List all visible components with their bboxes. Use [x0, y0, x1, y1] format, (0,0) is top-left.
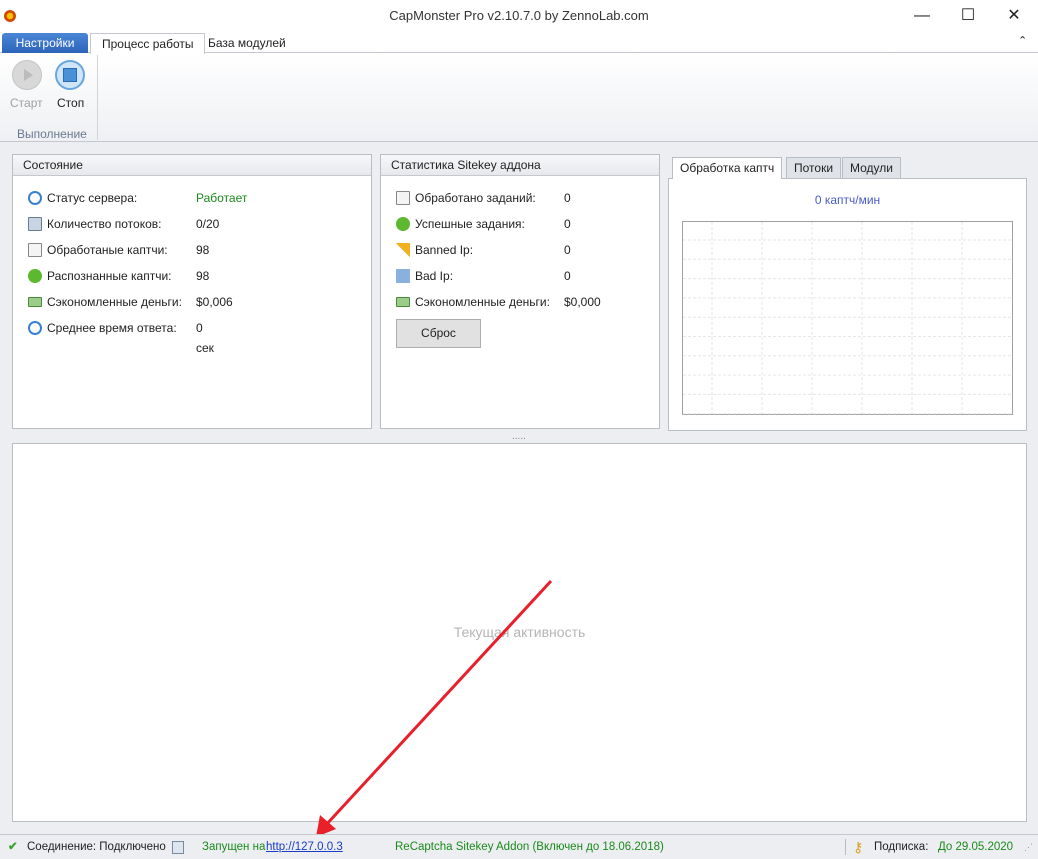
- splitter-handle[interactable]: .....: [512, 431, 526, 442]
- stat-label: Количество потоков:: [47, 217, 162, 231]
- stat-label: Обработано заданий:: [415, 191, 536, 205]
- stat-value: 0: [564, 191, 571, 205]
- key-icon: ⚷: [853, 839, 864, 855]
- collapse-ribbon-button[interactable]: ⌃: [1018, 34, 1027, 47]
- stat-label: Banned Ip:: [415, 243, 474, 257]
- running-label: Запущен на: [202, 841, 266, 853]
- tab-module-base[interactable]: База модулей: [197, 33, 297, 54]
- stat-label: Bad Ip:: [415, 269, 454, 283]
- stat-label: Успешные задания:: [415, 217, 525, 231]
- server-icon: [172, 841, 184, 854]
- stat-row: Обработаные каптчи: 98: [28, 240, 209, 260]
- money-icon: [396, 297, 410, 307]
- stat-label: Сэкономленные деньги:: [415, 295, 550, 309]
- check-icon: ✔: [8, 841, 18, 853]
- stat-row: Распознанные каптчи: 98: [28, 266, 209, 286]
- stat-row: Banned Ip: 0: [396, 240, 571, 260]
- warning-icon: [396, 243, 410, 257]
- stop-label: Стоп: [57, 96, 85, 110]
- state-panel-title: Состояние: [13, 155, 371, 176]
- window-title: CapMonster Pro v2.10.7.0 by ZennoLab.com: [389, 8, 649, 23]
- edit-icon: [28, 243, 42, 257]
- addon-status: ReCaptcha Sitekey Addon (Включен до 18.0…: [395, 841, 664, 853]
- stat-row: Обработано заданий: 0: [396, 188, 571, 208]
- stat-row: Сэкономленные деньги: $0,000: [396, 292, 601, 312]
- stat-value: 98: [196, 243, 210, 257]
- status-bar: ✔ Соединение: Подключено Запущен на http…: [0, 834, 1038, 859]
- subscription-label: Подписка:: [874, 841, 929, 853]
- stat-value: 0 сек: [196, 321, 214, 355]
- maximize-button[interactable]: ☐: [945, 0, 991, 31]
- stat-value: 0: [564, 269, 571, 283]
- sitekey-panel-title: Статистика Sitekey аддона: [381, 155, 659, 176]
- play-icon: [24, 69, 33, 81]
- tab-process[interactable]: Процесс работы: [90, 33, 206, 54]
- clock-icon: [28, 321, 42, 335]
- ribbon: [0, 53, 1038, 142]
- stat-value: 0: [564, 243, 571, 257]
- group-divider: [97, 55, 98, 140]
- check-circle-icon: [396, 217, 410, 231]
- start-label: Старт: [10, 96, 43, 110]
- play-circle-icon: [28, 191, 42, 205]
- stat-row: Успешные задания: 0: [396, 214, 571, 234]
- stat-value: 98: [196, 269, 210, 283]
- stat-label: Распознанные каптчи:: [47, 269, 172, 283]
- captcha-rate: 0 каптч/мин: [814, 193, 881, 207]
- stat-label: Сэкономленные деньги:: [47, 295, 182, 309]
- stat-row: Среднее время ответа: 0 сек: [28, 318, 214, 355]
- reset-button[interactable]: Сброс: [396, 319, 481, 348]
- divider: [845, 839, 846, 855]
- close-button[interactable]: ✕: [991, 0, 1037, 31]
- tab-modules[interactable]: Модули: [842, 157, 901, 178]
- stat-value: $0,000: [564, 295, 601, 309]
- activity-placeholder: Текущая активность: [453, 624, 586, 640]
- hourglass-icon: [396, 269, 410, 283]
- money-icon: [28, 297, 42, 307]
- server-url-link[interactable]: http://127.0.0.3: [266, 835, 343, 859]
- stat-value: 0/20: [196, 217, 220, 231]
- resize-grip[interactable]: ⋰: [1024, 835, 1033, 859]
- activity-panel: Текущая активность: [12, 443, 1027, 822]
- minimize-button[interactable]: —: [899, 0, 945, 31]
- stat-value: $0,006: [196, 295, 233, 309]
- stat-label: Статус сервера:: [47, 191, 138, 205]
- tab-threads[interactable]: Потоки: [786, 157, 842, 178]
- captcha-chart: [682, 221, 1013, 415]
- threads-icon: [28, 217, 42, 231]
- stop-button[interactable]: [55, 60, 85, 90]
- stat-value: 0: [564, 217, 571, 231]
- start-button[interactable]: [12, 60, 42, 90]
- stat-label: Обработаные каптчи:: [47, 243, 168, 257]
- state-panel: Состояние Статус сервера: Работает Количес…: [12, 154, 372, 429]
- stop-icon: [63, 68, 77, 82]
- tab-settings[interactable]: Настройки: [2, 33, 88, 54]
- connection-status: Соединение: Подключено: [27, 841, 166, 853]
- stat-row: Количество потоков: 0/20: [28, 214, 219, 234]
- stat-value: Работает: [196, 191, 248, 205]
- sitekey-panel: Статистика Sitekey аддона Обработано зад…: [380, 154, 660, 429]
- group-label: Выполнение: [17, 127, 87, 141]
- stat-row: Bad Ip: 0: [396, 266, 571, 286]
- subscription-value: До 29.05.2020: [938, 841, 1014, 853]
- title-bar: CapMonster Pro v2.10.7.0 by ZennoLab.com…: [0, 0, 1038, 31]
- stat-row: Статус сервера: Работает: [28, 188, 247, 208]
- chart-panel: 0 каптч/мин: [668, 178, 1027, 431]
- stat-row: Сэкономленные деньги: $0,006: [28, 292, 233, 312]
- edit-icon: [396, 191, 410, 205]
- tab-captcha-processing[interactable]: Обработка каптч: [672, 157, 783, 179]
- check-circle-icon: [28, 269, 42, 283]
- stat-label: Среднее время ответа:: [47, 321, 177, 335]
